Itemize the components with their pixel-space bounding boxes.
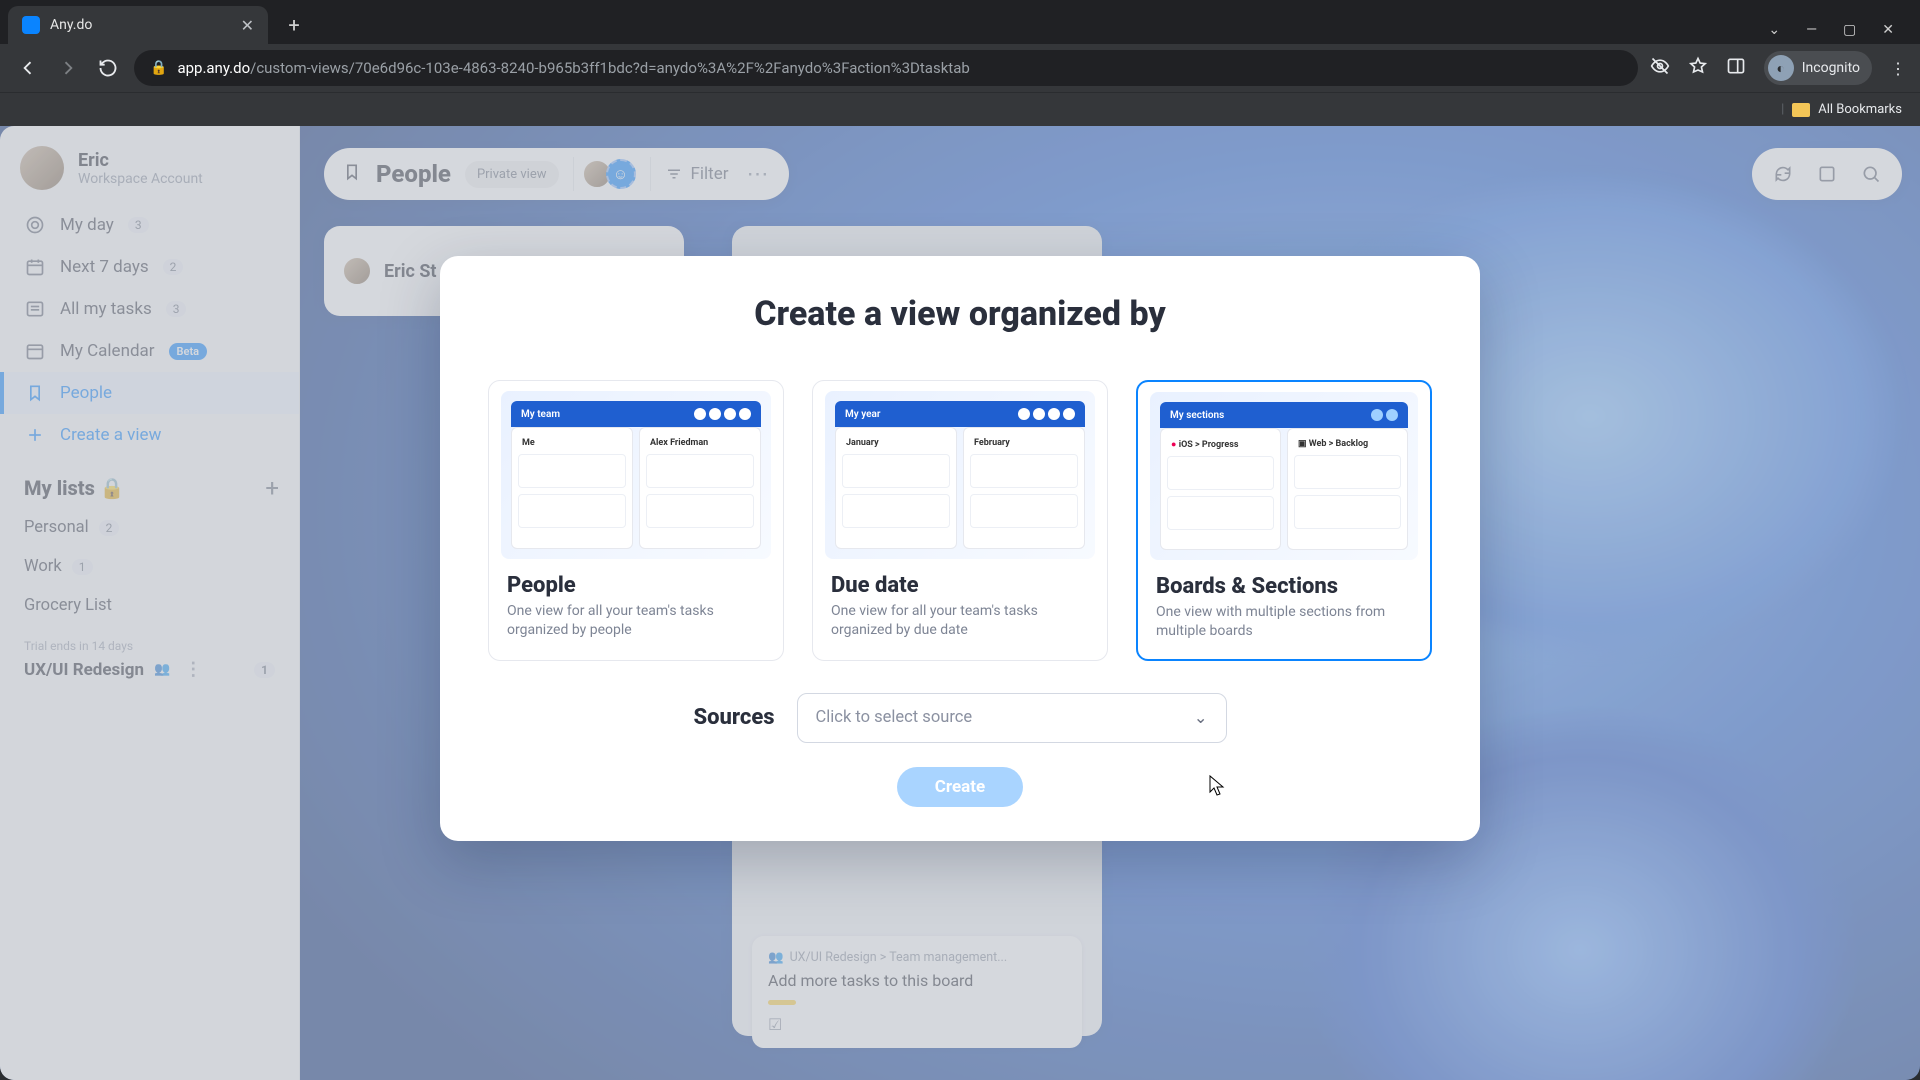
option-thumbnail: My sections ● iOS > Progress ▣ Web > Bac… <box>1150 392 1418 560</box>
option-boards-sections[interactable]: My sections ● iOS > Progress ▣ Web > Bac… <box>1136 380 1432 661</box>
sources-placeholder: Click to select source <box>816 708 973 727</box>
option-thumbnail: My year January February <box>825 391 1095 559</box>
tab-title: Any.do <box>50 17 92 33</box>
sources-label: Sources <box>693 705 774 730</box>
browser-tabstrip: Any.do ✕ + ⌄ — ▢ ✕ <box>0 0 1920 44</box>
chevron-down-icon: ⌄ <box>1194 708 1208 728</box>
address-bar[interactable]: 🔒 app.any.do/custom-views/70e6d96c-103e-… <box>134 50 1638 86</box>
app-viewport: Eric Workspace Account My day 3 Next 7 d… <box>0 126 1920 1080</box>
modal-backdrop[interactable]: Create a view organized by My team Me Al… <box>0 126 1920 1080</box>
browser-toolbar: 🔒 app.any.do/custom-views/70e6d96c-103e-… <box>0 44 1920 92</box>
option-desc: One view for all your team's tasks organ… <box>501 602 771 640</box>
incognito-label: Incognito <box>1802 60 1860 76</box>
bookmarks-folder-icon <box>1792 103 1810 117</box>
option-title: People <box>501 573 771 598</box>
option-title: Due date <box>825 573 1095 598</box>
window-controls: ⌄ — ▢ ✕ <box>1768 22 1912 44</box>
incognito-indicator[interactable]: ◐ Incognito <box>1764 51 1872 85</box>
nav-reload-button[interactable] <box>94 54 122 82</box>
new-tab-button[interactable]: + <box>278 9 310 41</box>
option-due-date[interactable]: My year January February Due date One vi… <box>812 380 1108 661</box>
window-close-icon[interactable]: ✕ <box>1882 22 1894 38</box>
incognito-icon: ◐ <box>1768 55 1794 81</box>
create-button[interactable]: Create <box>897 767 1023 807</box>
sidepanel-icon[interactable] <box>1726 56 1746 80</box>
tab-favicon <box>22 16 40 34</box>
window-maximize-icon[interactable]: ▢ <box>1843 22 1856 38</box>
nav-forward-button[interactable] <box>54 54 82 82</box>
all-bookmarks-link[interactable]: All Bookmarks <box>1818 102 1902 117</box>
option-thumbnail: My team Me Alex Friedman <box>501 391 771 559</box>
modal-title: Create a view organized by <box>484 294 1436 334</box>
create-view-modal: Create a view organized by My team Me Al… <box>440 256 1480 841</box>
lock-icon: 🔒 <box>150 60 167 76</box>
bookmarks-bar: | All Bookmarks <box>0 92 1920 126</box>
browser-tab[interactable]: Any.do ✕ <box>8 6 268 44</box>
option-desc: One view with multiple sections from mul… <box>1150 603 1418 641</box>
bookmark-star-icon[interactable] <box>1688 56 1708 80</box>
url-host: app.any.do <box>177 59 250 77</box>
chrome-menu-icon[interactable]: ⋮ <box>1890 59 1906 78</box>
option-title: Boards & Sections <box>1150 574 1418 599</box>
tab-close-icon[interactable]: ✕ <box>241 16 254 35</box>
sources-select[interactable]: Click to select source ⌄ <box>797 693 1227 743</box>
option-desc: One view for all your team's tasks organ… <box>825 602 1095 640</box>
tab-search-icon[interactable]: ⌄ <box>1768 22 1780 38</box>
tracking-icon[interactable] <box>1650 56 1670 80</box>
nav-back-button[interactable] <box>14 54 42 82</box>
window-minimize-icon[interactable]: — <box>1806 22 1817 38</box>
url-path: /custom-views/70e6d96c-103e-4863-8240-b9… <box>250 59 970 77</box>
option-people[interactable]: My team Me Alex Friedman People One view… <box>488 380 784 661</box>
